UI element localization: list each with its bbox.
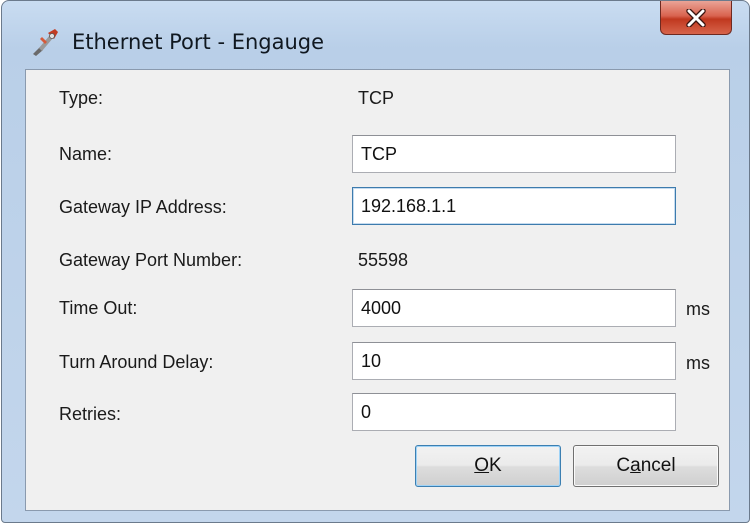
gateway-port-label: Gateway Port Number:: [59, 250, 243, 270]
engauge-app-icon: [30, 27, 60, 57]
type-value: TCP: [358, 88, 394, 108]
turn-around-delay-label: Turn Around Delay:: [59, 352, 214, 372]
close-button[interactable]: [660, 1, 732, 35]
time-out-label: Time Out:: [59, 298, 138, 318]
dialog-client-area: Type: TCP Name: Gateway IP Address: Gate…: [25, 69, 730, 511]
close-icon: [685, 8, 707, 27]
cancel-label-rest: ncel: [640, 455, 676, 476]
retries-field[interactable]: [352, 393, 676, 431]
window-title: Ethernet Port - Engauge: [72, 30, 325, 54]
cancel-label-start: C: [616, 455, 631, 476]
ok-label-rest: K: [489, 455, 502, 476]
name-label: Name:: [59, 144, 113, 164]
ok-button[interactable]: OK: [415, 445, 561, 487]
time-out-unit: ms: [686, 299, 710, 319]
retries-label: Retries:: [59, 404, 122, 424]
name-field[interactable]: [352, 135, 676, 173]
time-out-field[interactable]: [352, 289, 676, 327]
type-label: Type:: [59, 88, 104, 108]
ok-mnemonic: O: [474, 455, 490, 476]
title-bar[interactable]: Ethernet Port - Engauge: [2, 1, 749, 75]
turn-around-delay-field[interactable]: [352, 342, 676, 380]
cancel-mnemonic: a: [630, 455, 641, 476]
turn-around-delay-unit: ms: [686, 353, 710, 373]
cancel-button[interactable]: Ca ncel: [573, 445, 719, 487]
gateway-ip-label: Gateway IP Address:: [59, 197, 227, 217]
gateway-ip-field[interactable]: [352, 187, 676, 225]
dialog-window: Ethernet Port - Engauge Type: TCP Name: …: [1, 0, 750, 523]
gateway-port-value: 55598: [358, 250, 409, 270]
